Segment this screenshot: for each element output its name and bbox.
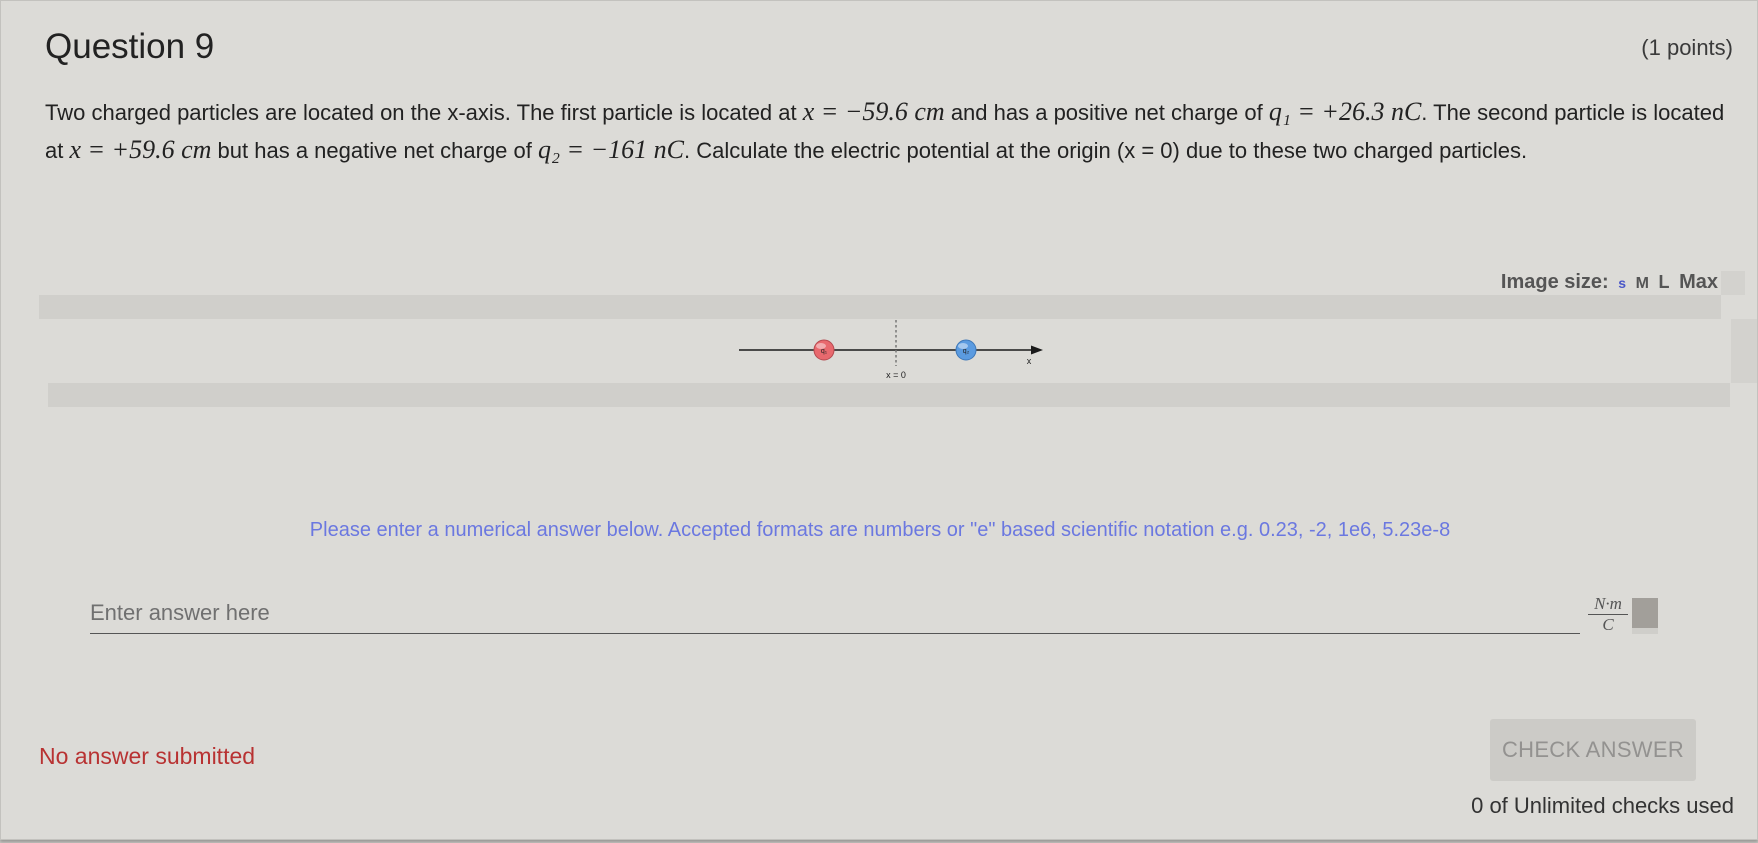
image-size-max[interactable]: Max — [1679, 271, 1718, 293]
submission-status: No answer submitted — [39, 743, 256, 769]
image-horizontal-scrollbar-top[interactable] — [39, 295, 1721, 319]
question-title: Question 9 — [45, 27, 215, 66]
charge-q1-label: q₁ — [821, 348, 828, 355]
answer-format-hint: Please enter a numerical answer below. A… — [309, 519, 1451, 541]
origin-label: x = 0 — [886, 370, 906, 380]
image-size-m[interactable]: M — [1636, 275, 1649, 292]
x-axis-label: x — [1027, 356, 1032, 366]
question-text-part: and has a positive net charge of — [944, 100, 1269, 125]
question-text-part: Two charged particles are located on the… — [45, 100, 803, 125]
check-answer-button[interactable]: CHECK ANSWER — [1490, 719, 1696, 781]
math-q1: q₁ = +26.3 nC — [1268, 97, 1422, 126]
answer-input[interactable] — [90, 595, 1580, 631]
answer-units: N·m C — [1588, 595, 1628, 634]
units-denominator: C — [1602, 615, 1614, 634]
question-points: (1 points) — [1641, 35, 1733, 60]
units-numerator: N·m — [1588, 595, 1628, 615]
units-scroll-handle[interactable] — [1632, 598, 1658, 628]
question-text-part: but has a negative net charge of — [211, 138, 538, 163]
charges-diagram: q₁ q₂ x x = 0 — [739, 320, 1043, 380]
image-size-scroll-corner — [1721, 271, 1745, 295]
units-scroll-track — [1632, 628, 1658, 634]
math-x1: x = −59.6 cm — [802, 97, 945, 126]
image-size-label: Image size: — [1500, 271, 1609, 293]
x-axis-arrow-icon — [1031, 345, 1043, 355]
charge-q2-label: q₂ — [963, 348, 970, 355]
question-text: Two charged particles are located on the… — [45, 93, 1735, 169]
math-x2: x = +59.6 cm — [69, 135, 212, 164]
math-q2: q₂ = −161 nC — [537, 135, 684, 164]
image-size-s[interactable]: s — [1618, 275, 1626, 291]
checks-used-counter: 0 of Unlimited checks used — [1471, 793, 1734, 818]
image-size-selector: Image size: s M L Max — [1501, 271, 1718, 294]
question-card: Question 9 (1 points) Two charged partic… — [0, 0, 1758, 840]
answer-field-wrapper — [90, 595, 1580, 634]
image-horizontal-scrollbar-bottom[interactable] — [48, 383, 1730, 407]
question-text-part: . Calculate the electric potential at th… — [683, 138, 1528, 163]
image-vertical-scrollbar[interactable] — [1731, 319, 1757, 383]
image-size-l[interactable]: L — [1659, 272, 1670, 292]
